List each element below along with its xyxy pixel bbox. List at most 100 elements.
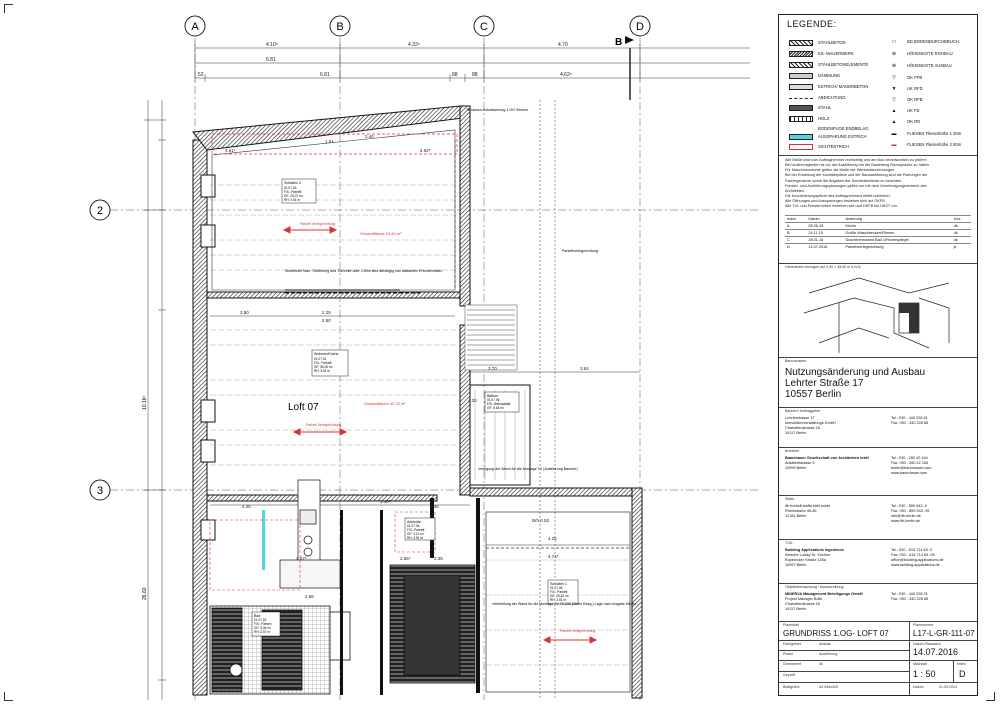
svg-text:2.40: 2.40 [365, 134, 374, 139]
room-stamp-bad: Bad 01.07.02 F.B.: Fliesen GF: 5.46 m² R… [251, 611, 281, 637]
svg-text:1.51: 1.51 [325, 139, 334, 144]
supervision-address: MINERVA Management Beteiligungs GmbH Proj… [785, 592, 863, 612]
plan-number-label: Plannummer [913, 623, 934, 627]
keyplan [803, 277, 950, 353]
plan-date: 14.07.2016 [913, 647, 959, 657]
svg-text:26.60: 26.60 [142, 587, 148, 600]
legend-item-sichtestrich: SICHTESTRICH [789, 144, 849, 150]
legend-item-stahl: STAHL [789, 105, 831, 111]
crop-mark-br [986, 692, 995, 701]
legend-item-fliesen-120: ▬ FLIESEN Fliesenhöhe 1.20m [885, 131, 962, 137]
svg-text:2.35: 2.35 [434, 556, 443, 561]
note-tv-wall: Verkleidung der Wand für die Montage TV … [492, 602, 637, 606]
printed-label: Datum [913, 685, 924, 689]
phase-value: Ausführung [819, 652, 838, 656]
plan-scale: 1 : 50 [913, 669, 936, 679]
room-stamp-wohnen: Wohnen/Küche 01.07.01 F.B.: Parkett GF: … [311, 349, 349, 377]
size-value: A2 594x420 [819, 685, 839, 689]
svg-text:B: B [336, 21, 343, 33]
svg-text:10.16⁵: 10.16⁵ [142, 395, 148, 410]
legend-item-hk-rohbau: ⊕ HÖHENKOTE ROHBAU [885, 51, 953, 57]
legend-item-bodenfuge: BODENFUGE ENDBELAG [789, 126, 869, 132]
plan-number: L17-L-GR-111-07 [913, 629, 975, 638]
svg-text:3.67⁵: 3.67⁵ [296, 556, 307, 561]
room-stamp-ankleide: Ankleide 01.07.04 F.B.: Parkett GF: 4.12… [404, 517, 436, 541]
triangle-up-icon: ▲ [891, 108, 897, 114]
swatch-icon [789, 144, 813, 150]
revision-row: B 24.11.15 Größe Waschbecken/Fliesen dk [785, 229, 971, 237]
drawing-sheet: A B C D 2 3 B 4.10⁵ 4.32⁵ 4.70 6.81 6.81… [0, 0, 1000, 707]
legend-item-bd: □ BD BODENDURCHBRUCH [885, 39, 958, 45]
revision-header: Index Datum Änderung Gez. [785, 215, 971, 223]
triangle-down-icon: ▼ [891, 86, 897, 92]
general-notes: Alle Maße sind vom Auftragnehmer rechtze… [785, 158, 930, 209]
keyplan-label: Höhenkoten bezogen auf 0.00 = 38.60 m ü.… [785, 265, 862, 269]
date-label: Datum Planstand [913, 642, 941, 646]
triangle-down-outline-icon: ▽ [892, 75, 896, 81]
architect-contact: Tel.: 030 - 280 42 164 Fax: 030 - 280 42 … [891, 456, 932, 476]
supervision-label: Objektüberwachung / Ausschreibung [785, 585, 844, 589]
svg-text:4.10⁵: 4.10⁵ [266, 42, 278, 48]
svg-text:1.48⁵: 1.48⁵ [380, 499, 391, 504]
svg-text:4.25: 4.25 [548, 536, 557, 541]
discipline-value: Ausbau [819, 642, 832, 646]
swatch-icon [789, 40, 813, 46]
svg-text:RH: 3.51 m: RH: 3.51 m [284, 198, 300, 202]
size-label: Blattgröße [783, 685, 800, 689]
svg-text:6.81: 6.81 [266, 57, 276, 63]
structural-label: Statik [785, 497, 794, 501]
note-parquet: Parkettverlegerichtung [562, 249, 598, 253]
axis-bubble-c: C [473, 15, 495, 37]
note-railing: Verlegung der Wand für die Montage TV (A… [478, 467, 578, 471]
plan-label: Planinhalt [783, 623, 799, 627]
room-stamp-schlafen2: Schlafen 2 01.07.03 F.B.: Parkett GF: 23… [281, 178, 317, 204]
printed-value: 01.09.2014 [939, 685, 957, 689]
axis-bubble-2: 2 [89, 199, 111, 221]
level-marker-icon: ⊕ [891, 51, 897, 57]
svg-text:2.65⁵: 2.65⁵ [400, 556, 411, 561]
svg-text:2.56: 2.56 [305, 594, 314, 599]
architect-label: Architekt [785, 449, 799, 453]
svg-text:3.70: 3.70 [488, 366, 497, 371]
architect-address: Baumhauer Gesellschaft von Architekten m… [785, 456, 869, 471]
legend-item-hk-ausbau: ⊕ HÖHENKOTE AUSBAU [885, 63, 952, 69]
axis-bubble-d: D [629, 15, 651, 37]
tile-line-icon: ▬ [891, 131, 897, 137]
svg-text:1.36: 1.36 [430, 504, 439, 509]
swatch-icon [789, 126, 813, 132]
svg-text:3.61⁵: 3.61⁵ [225, 148, 236, 153]
legend-item-stahlbetonelemente: STAHLBETONELEMENTE [789, 62, 868, 68]
svg-text:88: 88 [452, 72, 458, 78]
svg-text:4.25: 4.25 [242, 504, 251, 509]
legend-title: LEGENDE: [787, 19, 837, 29]
client-contact: Tel.: 030 - 440 228 51 Fax: 030 - 440 228… [891, 416, 929, 426]
svg-text:RH: 2.57 m: RH: 2.57 m [254, 630, 270, 634]
svg-text:2.25: 2.25 [322, 310, 331, 315]
structural-contact: Tel.: 030 - 859 943 -0 Fax: 030 - 859 943… [891, 504, 930, 524]
svg-text:4.74⁵: 4.74⁵ [548, 554, 559, 559]
triangle-down-outline-icon: ▽ [892, 97, 896, 103]
legend-item-stahlbeton: STAHLBETON [789, 40, 846, 46]
drawn-value: dk [819, 662, 823, 666]
level-marker-icon: ⊕ [891, 63, 897, 69]
legend-item-estrich: ESTRICH/ MAGERBETON [789, 84, 868, 90]
parkett-label-schlafen1: Parkett Verlegerichtung [560, 629, 595, 633]
axis-bubble-3: 3 [89, 479, 111, 501]
svg-text:Schlafen 2: Schlafen 2 [284, 181, 301, 185]
svg-text:4.62⁵: 4.62⁵ [420, 148, 431, 153]
client-label: Bauherr/ Auftraggeber [785, 409, 821, 413]
loft-label: Loft 07 [288, 402, 319, 413]
svg-text:2.50: 2.50 [240, 310, 249, 315]
square-icon: □ [892, 39, 896, 45]
checked-label: Geprüft [783, 673, 795, 677]
svg-text:RH: 3.51 m: RH: 3.51 m [314, 369, 330, 373]
legend-item-daemmung: DÄMMUNG [789, 73, 840, 79]
svg-text:3: 3 [97, 485, 103, 497]
project-label: Bauvorhaben [785, 359, 807, 363]
room-stamp-schlafen1: Schlafen 1 01.07.05 F.B.: Parkett GF: 26… [547, 579, 579, 605]
discipline-label: Fachgebiet [783, 642, 801, 646]
legend-item-uk-rfd: ▼ UK RFD [885, 86, 923, 92]
title-block: LEGENDE: STAHLBETON KS- MAUERWERK STAHLB… [778, 14, 978, 696]
svg-text:3.62: 3.62 [580, 366, 589, 371]
tga-label: TGA [785, 541, 793, 545]
